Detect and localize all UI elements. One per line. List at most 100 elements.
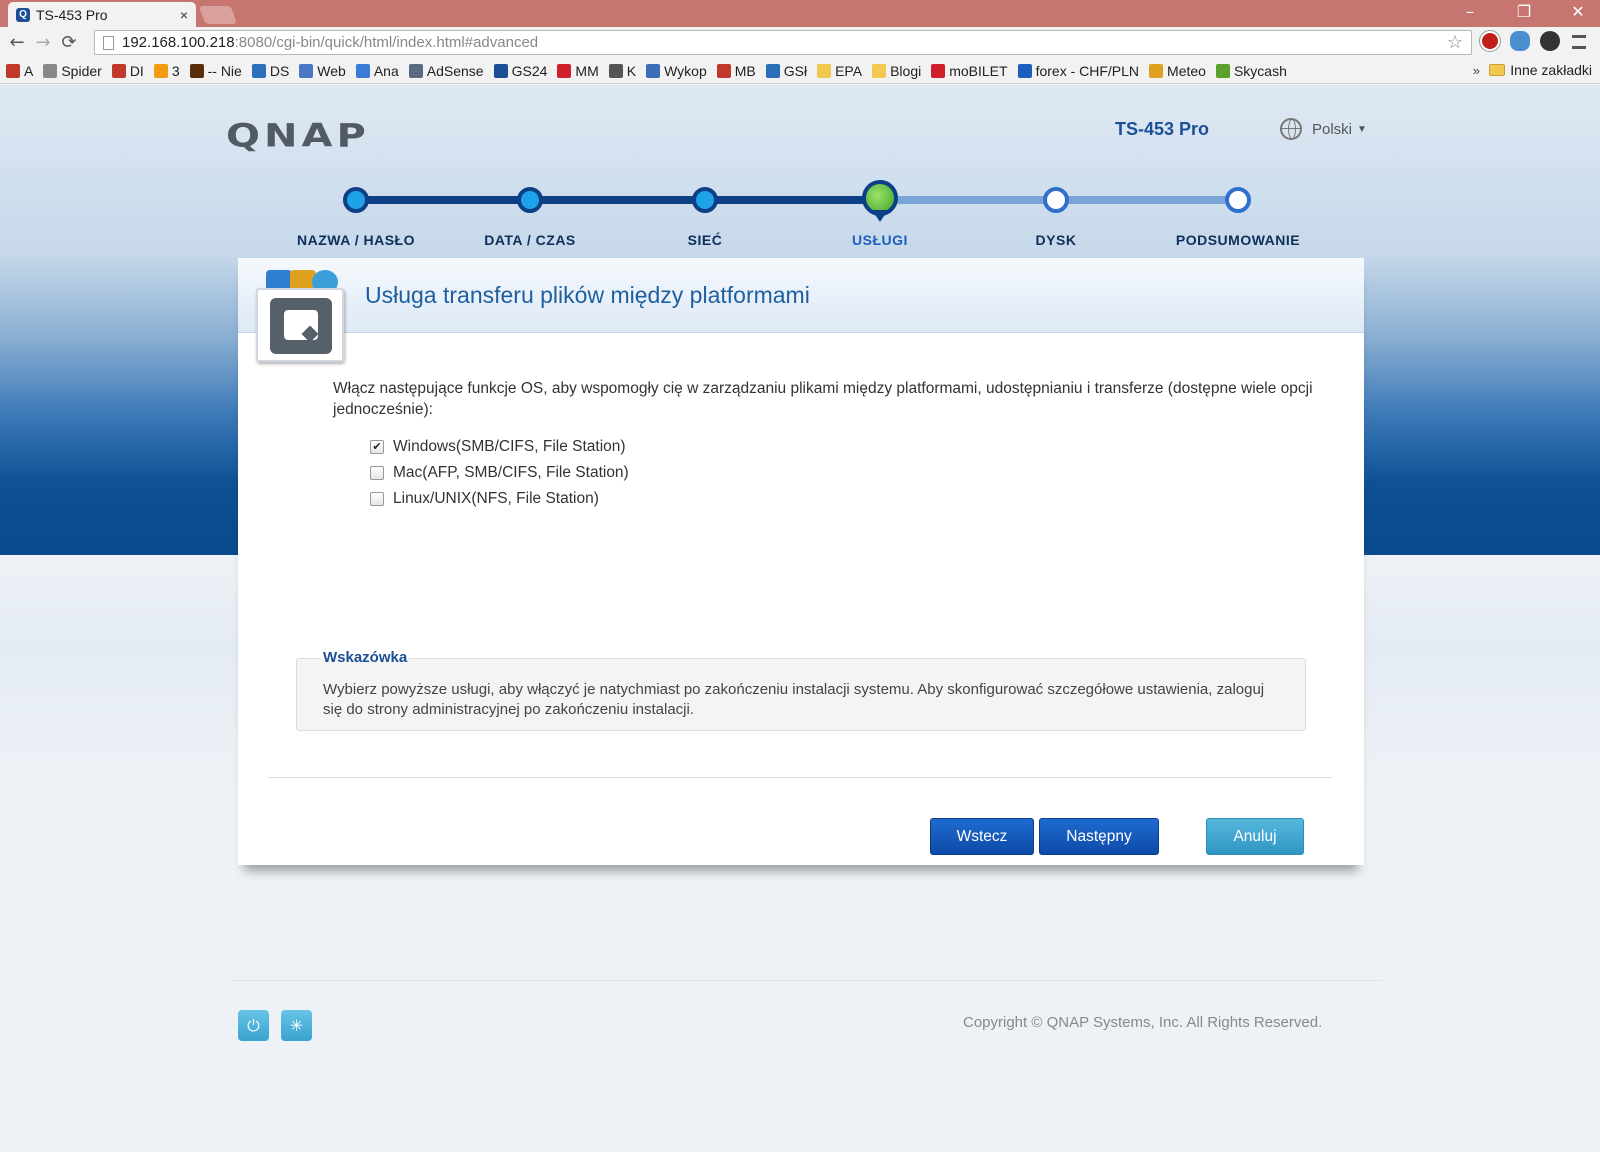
bookmark-favicon-icon — [6, 63, 20, 78]
platform-option[interactable]: Linux/UNIX(NFS, File Station) — [370, 486, 629, 512]
bookmark-label: moBILET — [949, 62, 1008, 79]
new-tab-button[interactable] — [198, 6, 238, 24]
qnap-logo: QNAP — [226, 117, 370, 155]
bookmark-label: DI — [129, 62, 144, 79]
platform-option[interactable]: Mac(AFP, SMB/CIFS, File Station) — [370, 460, 629, 486]
power-button[interactable]: ⏻ — [238, 1010, 269, 1041]
menu-icon[interactable] — [1572, 35, 1586, 49]
minimize-icon[interactable]: – — [1458, 2, 1482, 21]
bookmark-item[interactable]: Blogi — [872, 63, 921, 79]
bookmark-label: EPA — [835, 62, 863, 79]
bookmark-label: Web — [317, 62, 346, 79]
bookmark-item[interactable]: DI — [111, 62, 144, 79]
qnap-favicon-icon: Q — [16, 7, 30, 22]
bookmark-item[interactable]: Skycash — [1215, 62, 1287, 79]
bookmark-item[interactable]: K — [608, 62, 637, 79]
bookmark-favicon-icon — [493, 63, 508, 78]
option-checkbox[interactable]: ✔ — [370, 440, 384, 454]
bookmark-item[interactable]: 3 — [153, 63, 180, 79]
step-label: DATA / CZAS — [484, 232, 576, 248]
bookmark-item[interactable]: EPA — [817, 63, 862, 79]
cancel-button[interactable]: Anuluj — [1206, 818, 1304, 855]
settings-icon: ✳ — [289, 1016, 304, 1035]
bookmark-label: K — [626, 62, 637, 79]
browser-tab[interactable]: Q TS-453 Pro × — [8, 2, 196, 27]
reload-icon[interactable]: ⟳ — [56, 32, 82, 53]
bookmark-item[interactable]: AdSense — [408, 62, 484, 79]
bookmark-item[interactable]: MM — [557, 62, 599, 79]
url-path: :8080/cgi-bin/quick/html/index.html#adva… — [234, 34, 539, 51]
bookmark-favicon-icon — [646, 63, 661, 78]
bookmark-item[interactable]: GSł — [765, 63, 807, 79]
adblock-extension-icon[interactable] — [1480, 31, 1500, 51]
divider — [268, 777, 1332, 778]
bookmark-label: Meteo — [1167, 62, 1206, 79]
settings-button[interactable]: ✳ — [281, 1010, 312, 1041]
bookmark-star-icon[interactable]: ☆ — [1447, 32, 1463, 53]
bookmark-item[interactable]: MB — [716, 63, 756, 79]
services-card: Usługa transferu plików między platforma… — [238, 258, 1364, 865]
bookmark-favicon-icon — [716, 63, 731, 78]
bookmark-item[interactable]: forex - CHF/PLN — [1017, 62, 1140, 79]
ghostery-extension-icon[interactable] — [1510, 31, 1530, 51]
bookmark-item[interactable]: A — [6, 63, 33, 79]
device-model: TS-453 Pro — [1115, 119, 1210, 139]
copyright-text: Copyright © QNAP Systems, Inc. All Right… — [963, 1014, 1323, 1031]
next-button[interactable]: Następny — [1039, 818, 1159, 855]
browser-titlebar: Q TS-453 Pro × – ❐ ✕ — [0, 0, 1600, 27]
other-bookmarks-label: Inne zakładki — [1510, 62, 1592, 78]
bookmark-favicon-icon — [189, 63, 204, 78]
step-marker — [1225, 187, 1251, 213]
back-button[interactable]: Wstecz — [930, 818, 1034, 855]
step-label: USŁUGI — [852, 232, 908, 248]
bookmark-item[interactable]: Spider — [43, 63, 102, 79]
forward-arrow-icon[interactable]: → — [30, 32, 56, 53]
current-step-pin-icon — [872, 210, 888, 222]
bookmark-favicon-icon — [1149, 63, 1164, 78]
bookmark-item[interactable]: Web — [299, 63, 346, 79]
bookmarks-overflow-icon[interactable]: » — [1473, 63, 1480, 78]
bookmark-item[interactable]: GS24 — [493, 63, 547, 79]
platform-option[interactable]: ✔ Windows(SMB/CIFS, File Station) — [370, 434, 629, 460]
bookmark-item[interactable]: Ana — [355, 62, 399, 79]
tab-title: TS-453 Pro — [36, 6, 108, 23]
bookmark-favicon-icon — [557, 63, 572, 78]
step-connector — [530, 196, 705, 204]
restore-icon[interactable]: ❐ — [1512, 2, 1536, 21]
bookmark-label: forex - CHF/PLN — [1035, 62, 1140, 79]
option-checkbox[interactable] — [370, 466, 384, 480]
bookmark-item[interactable]: DS — [251, 63, 289, 79]
download-extension-icon[interactable] — [1540, 31, 1560, 51]
intro-text: Włącz następujące funkcje OS, aby wspomo… — [333, 380, 1313, 418]
bookmark-item[interactable]: moBILET — [931, 62, 1008, 79]
step-connector — [705, 196, 880, 204]
step-marker — [343, 187, 369, 213]
footer-divider — [232, 980, 1382, 981]
bookmark-item[interactable]: Wykop — [646, 63, 707, 79]
step-connector — [880, 196, 1056, 204]
bookmark-favicon-icon — [251, 63, 266, 78]
bookmark-favicon-icon — [1017, 63, 1032, 78]
close-window-icon[interactable]: ✕ — [1566, 2, 1590, 21]
option-checkbox[interactable] — [370, 492, 384, 506]
tab-close-icon[interactable]: × — [180, 7, 188, 23]
step-label: NAZWA / HASŁO — [297, 232, 415, 248]
bookmark-label: Skycash — [1233, 62, 1287, 79]
bookmark-label: -- Nie — [207, 62, 242, 79]
bookmark-item[interactable]: Meteo — [1149, 63, 1206, 79]
address-bar[interactable]: 192.168.100.218 :8080/cgi-bin/quick/html… — [94, 30, 1472, 55]
bookmark-label: MM — [575, 62, 599, 79]
bookmark-label: AdSense — [426, 62, 484, 79]
language-selector[interactable]: Polski ▼ — [1280, 118, 1367, 140]
step-label: PODSUMOWANIE — [1175, 232, 1301, 248]
file-transfer-service-icon — [256, 270, 344, 362]
other-bookmarks-folder[interactable]: Inne zakładki — [1489, 62, 1592, 78]
bookmark-favicon-icon — [765, 63, 780, 78]
bookmark-favicon-icon — [931, 63, 946, 78]
bookmark-item[interactable]: -- Nie — [189, 62, 242, 79]
bookmark-favicon-icon — [817, 63, 832, 78]
back-arrow-icon[interactable]: ← — [4, 32, 30, 53]
power-icon: ⏻ — [247, 1015, 260, 1035]
url-host: 192.168.100.218 — [122, 34, 235, 51]
bookmark-label: Ana — [373, 62, 399, 79]
